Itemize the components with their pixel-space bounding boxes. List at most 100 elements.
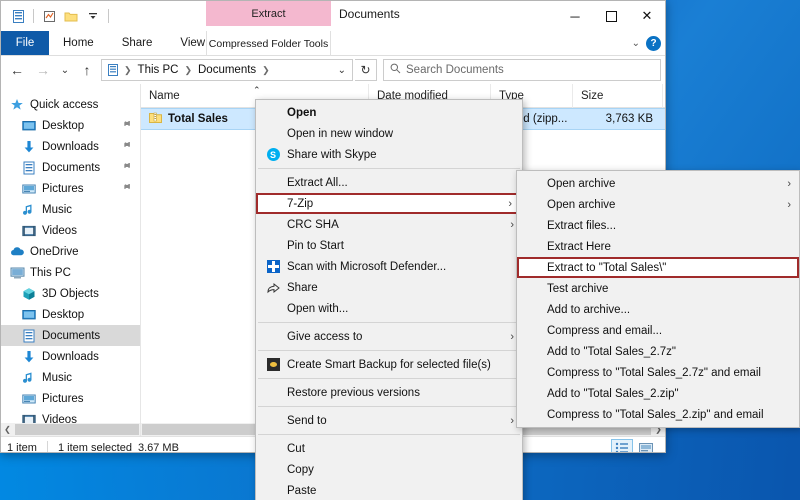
- menu-item-send-to[interactable]: Send to ›: [256, 410, 522, 431]
- menu-item-cut[interactable]: Cut: [256, 438, 522, 459]
- sidebar-item-pictures[interactable]: Pictures: [1, 178, 140, 199]
- breadcrumb-separator-1[interactable]: ❯: [183, 65, 193, 76]
- submenu-item-label: Extract Here: [547, 240, 611, 253]
- submenu-item-add-to-archive[interactable]: Add to archive...: [517, 299, 799, 320]
- menu-item-extract-all[interactable]: Extract All...: [256, 172, 522, 193]
- tab-share[interactable]: Share: [108, 31, 167, 55]
- folder-icon[interactable]: [60, 5, 82, 27]
- sidebar-item-this-pc[interactable]: This PC: [1, 262, 140, 283]
- menu-item-copy[interactable]: Copy: [256, 459, 522, 480]
- submenu-item-test-archive[interactable]: Test archive: [517, 278, 799, 299]
- pin-icon[interactable]: [120, 139, 134, 153]
- navigation-pane: Quick access Desktop Downloads Documents Pic…: [1, 84, 141, 436]
- ribbon-tab-strip: File Home Share View Compressed Folder T…: [1, 31, 665, 56]
- large-icons-view-icon[interactable]: [635, 439, 657, 452]
- sidebar-item-onedrive[interactable]: OneDrive: [1, 241, 140, 262]
- search-input[interactable]: Search Documents: [383, 59, 661, 81]
- sidebar-item-pictures[interactable]: Pictures: [1, 388, 140, 409]
- sidebar-item-desktop[interactable]: Desktop: [1, 115, 140, 136]
- details-view-icon[interactable]: [611, 438, 633, 452]
- refresh-button[interactable]: ↻: [355, 59, 377, 81]
- menu-item-create-smart-backup-for-selected-file-s[interactable]: Create Smart Backup for selected file(s): [256, 354, 522, 375]
- address-dropdown-icon[interactable]: ⌄: [338, 65, 348, 76]
- tab-home[interactable]: Home: [49, 31, 108, 55]
- collapse-ribbon-icon[interactable]: ⌄: [632, 38, 640, 49]
- minimize-button[interactable]: ─: [557, 1, 593, 31]
- ribbon-right-controls: ⌄ ?: [632, 31, 661, 56]
- submenu-item-add-to-total-sales-2-zip[interactable]: Add to "Total Sales_2.zip": [517, 383, 799, 404]
- column-header-size[interactable]: Size: [573, 83, 663, 108]
- submenu-item-extract-to-total-sales[interactable]: Extract to "Total Sales\": [517, 257, 799, 278]
- nav-pane-hscrollbar[interactable]: ❮: [1, 423, 140, 436]
- menu-item-open-in-new-window[interactable]: Open in new window: [256, 123, 522, 144]
- 3d-objects-icon: [21, 286, 37, 302]
- back-button[interactable]: ←: [5, 58, 29, 82]
- submenu-item-open-archive[interactable]: Open archive ›: [517, 173, 799, 194]
- seven-zip-submenu: Open archive › Open archive › Extract files.…: [516, 170, 800, 428]
- menu-item-scan-with-microsoft-defender[interactable]: Scan with Microsoft Defender...: [256, 256, 522, 277]
- pin-icon[interactable]: [120, 118, 134, 132]
- pin-icon[interactable]: [120, 160, 134, 174]
- menu-item-label: Send to: [287, 414, 327, 427]
- maximize-button[interactable]: [593, 1, 629, 31]
- breadcrumb-separator-0: ❯: [124, 64, 132, 75]
- menu-item-share-with-skype[interactable]: S Share with Skype: [256, 144, 522, 165]
- menu-item-share[interactable]: Share: [256, 277, 522, 298]
- sidebar-item-documents[interactable]: Documents: [1, 157, 140, 178]
- submenu-item-extract-files[interactable]: Extract files...: [517, 215, 799, 236]
- sidebar-item-label: Documents: [42, 329, 101, 342]
- forward-button[interactable]: →: [31, 58, 55, 82]
- menu-item-open-with[interactable]: Open with...: [256, 298, 522, 319]
- submenu-item-compress-to-total-sales-2-7z-and-email[interactable]: Compress to "Total Sales_2.7z" and email: [517, 362, 799, 383]
- scroll-left-icon[interactable]: ❮: [1, 425, 14, 434]
- breadcrumb-documents[interactable]: Documents: [196, 64, 258, 76]
- sidebar-item-downloads[interactable]: Downloads: [1, 346, 140, 367]
- submenu-item-label: Add to archive...: [547, 303, 631, 316]
- documents-icon: [106, 63, 120, 77]
- breadcrumb[interactable]: ❯ This PC ❯ Documents ❯ ⌄: [101, 59, 353, 81]
- breadcrumb-separator-2[interactable]: ❯: [261, 65, 271, 76]
- sidebar-item-videos[interactable]: Videos: [1, 220, 140, 241]
- ribbon-tab-extract[interactable]: Extract: [206, 1, 331, 26]
- submenu-item-add-to-total-sales-2-7z[interactable]: Add to "Total Sales_2.7z": [517, 341, 799, 362]
- sidebar-item-label: Pictures: [42, 182, 84, 195]
- tab-file[interactable]: File: [1, 31, 49, 55]
- submenu-item-open-archive[interactable]: Open archive ›: [517, 194, 799, 215]
- menu-item-open[interactable]: Open: [256, 102, 522, 123]
- up-button[interactable]: ↑: [75, 58, 99, 82]
- documents-icon: [21, 160, 37, 176]
- submenu-item-extract-here[interactable]: Extract Here: [517, 236, 799, 257]
- close-button[interactable]: ✕: [629, 1, 665, 31]
- menu-item-paste[interactable]: Paste: [256, 480, 522, 500]
- sidebar-item-3d-objects[interactable]: 3D Objects: [1, 283, 140, 304]
- tab-compressed-folder-tools[interactable]: Compressed Folder Tools: [206, 31, 331, 56]
- sidebar-item-desktop[interactable]: Desktop: [1, 304, 140, 325]
- submenu-item-compress-to-total-sales-2-zip-and-email[interactable]: Compress to "Total Sales_2.zip" and emai…: [517, 404, 799, 425]
- sidebar-item-documents[interactable]: Documents: [1, 325, 140, 346]
- submenu-item-label: Compress and email...: [547, 324, 663, 337]
- pin-icon[interactable]: [120, 181, 134, 195]
- help-icon[interactable]: ?: [646, 36, 661, 51]
- menu-item-give-access-to[interactable]: Give access to ›: [256, 326, 522, 347]
- properties-icon[interactable]: [7, 5, 29, 27]
- breadcrumb-this-pc[interactable]: This PC: [136, 64, 181, 76]
- menu-item-7-zip[interactable]: 7-Zip ›: [256, 193, 522, 214]
- sidebar-item-music[interactable]: Music: [1, 367, 140, 388]
- downloads-icon: [21, 349, 37, 365]
- downloads-icon: [21, 139, 37, 155]
- recent-locations-icon[interactable]: ⌄: [57, 58, 73, 82]
- sidebar-item-quick-access[interactable]: Quick access: [1, 94, 140, 115]
- menu-item-pin-to-start[interactable]: Pin to Start: [256, 235, 522, 256]
- new-folder-icon[interactable]: [38, 5, 60, 27]
- submenu-item-compress-and-email[interactable]: Compress and email...: [517, 320, 799, 341]
- sidebar-item-music[interactable]: Music: [1, 199, 140, 220]
- sidebar-item-label: This PC: [30, 266, 71, 279]
- menu-separator: [258, 406, 520, 407]
- menu-item-label: Extract All...: [287, 176, 348, 189]
- sidebar-item-downloads[interactable]: Downloads: [1, 136, 140, 157]
- scroll-thumb[interactable]: [15, 424, 139, 435]
- menu-item-crc-sha[interactable]: CRC SHA ›: [256, 214, 522, 235]
- customize-dropdown-icon[interactable]: [82, 5, 104, 27]
- menu-item-restore-previous-versions[interactable]: Restore previous versions: [256, 382, 522, 403]
- skype-icon: S: [264, 148, 282, 161]
